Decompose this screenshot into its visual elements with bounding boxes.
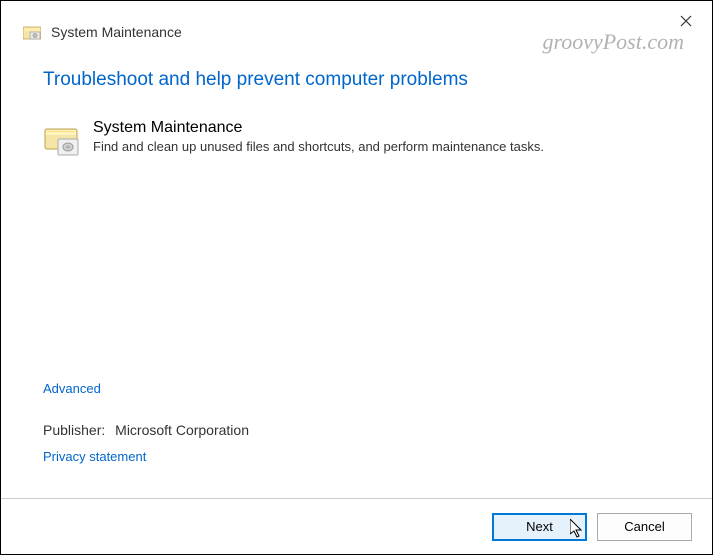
button-bar: Next Cancel [1, 498, 712, 554]
next-button[interactable]: Next [492, 513, 587, 541]
titlebar: System Maintenance [1, 1, 712, 51]
privacy-link[interactable]: Privacy statement [43, 449, 146, 464]
troubleshooter-icon [43, 121, 79, 157]
window-title: System Maintenance [51, 24, 182, 40]
troubleshooter-item: System Maintenance Find and clean up unu… [43, 119, 670, 157]
maintenance-icon [23, 23, 41, 41]
troubleshooter-description: Find and clean up unused files and short… [93, 139, 670, 154]
close-button[interactable] [676, 11, 696, 31]
publisher-label: Publisher: [43, 422, 105, 438]
publisher-row: Publisher: Microsoft Corporation [43, 422, 249, 438]
lower-section: Advanced Publisher: Microsoft Corporatio… [43, 381, 249, 466]
publisher-value: Microsoft Corporation [115, 422, 249, 438]
cancel-button[interactable]: Cancel [597, 513, 692, 541]
content-area: Troubleshoot and help prevent computer p… [1, 51, 712, 157]
main-heading: Troubleshoot and help prevent computer p… [43, 69, 670, 91]
advanced-link[interactable]: Advanced [43, 381, 249, 396]
troubleshooter-title: System Maintenance [93, 119, 670, 137]
